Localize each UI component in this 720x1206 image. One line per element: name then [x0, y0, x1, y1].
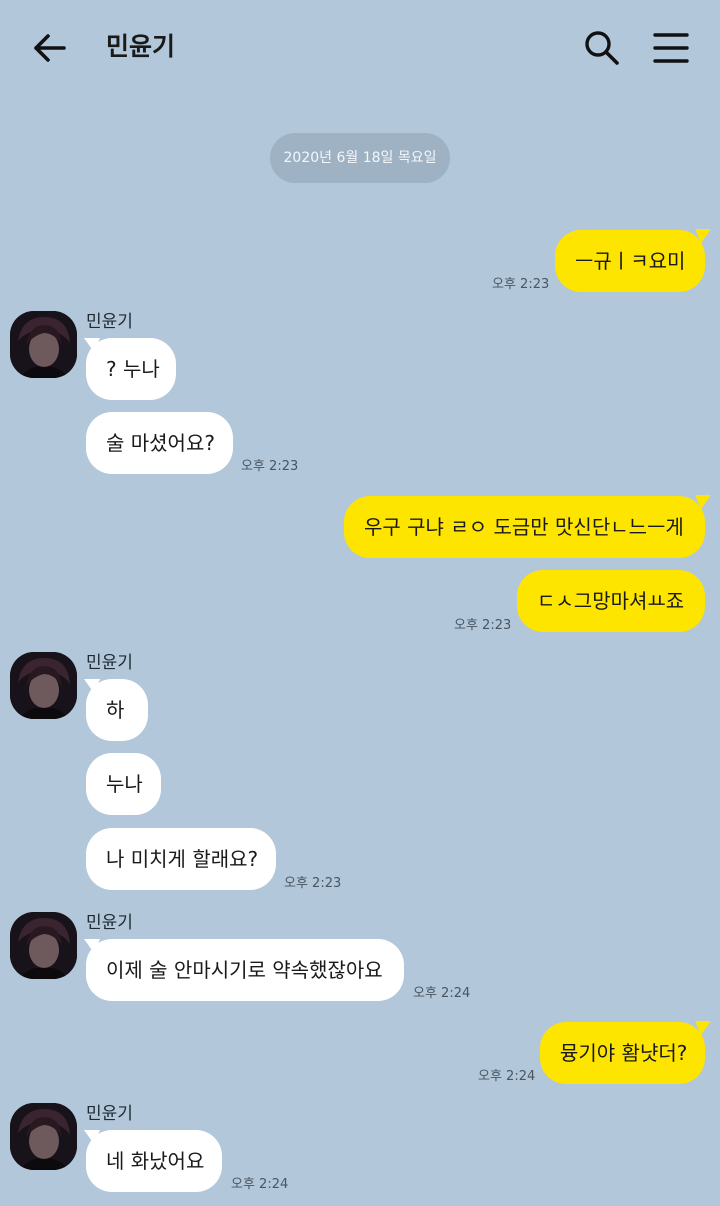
outgoing-message[interactable]: ㅡ규ㅣㅋ요미 — [555, 230, 705, 292]
avatar[interactable] — [10, 1103, 77, 1170]
incoming-message[interactable]: 이제 술 안마시기로 약속했잖아요 — [86, 939, 404, 1001]
incoming-message[interactable]: 하 — [86, 679, 148, 741]
avatar[interactable] — [10, 652, 77, 719]
incoming-message[interactable]: 술 마셨어요? — [86, 412, 233, 474]
avatar[interactable] — [10, 311, 77, 378]
sender-name: 민윤기 — [86, 312, 133, 332]
profile-photo — [10, 311, 77, 378]
incoming-message[interactable]: 나 미치게 할래요? — [86, 828, 276, 890]
sender-name: 민윤기 — [86, 653, 133, 673]
sender-name: 민윤기 — [86, 913, 133, 933]
message-time: 오후 2:23 — [454, 618, 512, 633]
chat-title: 민윤기 — [106, 32, 176, 61]
outgoing-message[interactable]: ㄷㅅ그망마셔ㅛ죠 — [517, 570, 705, 632]
profile-photo — [10, 1103, 77, 1170]
profile-photo — [10, 912, 77, 979]
search-button[interactable] — [582, 28, 622, 68]
sender-name: 민윤기 — [86, 1104, 133, 1124]
message-time: 오후 2:24 — [231, 1177, 289, 1192]
outgoing-message[interactable]: 뮹기야 홤냣더? — [540, 1022, 705, 1084]
outgoing-message[interactable]: 우구 구냐 ㄹㅇ 도금만 맛신단ㄴ느ㅡ게 — [344, 496, 705, 558]
message-time: 오후 2:24 — [478, 1069, 536, 1084]
incoming-message[interactable]: ? 누나 — [86, 338, 176, 400]
search-icon — [585, 31, 619, 65]
bubble-tail — [695, 495, 711, 509]
menu-button[interactable] — [652, 30, 690, 66]
message-time: 오후 2:24 — [413, 986, 471, 1001]
chat-header: 민윤기 — [0, 0, 720, 96]
message-time: 오후 2:23 — [284, 876, 342, 891]
incoming-message[interactable]: 누나 — [86, 753, 161, 815]
bubble-tail — [695, 1021, 711, 1035]
profile-photo — [10, 652, 77, 719]
date-divider: 2020년 6월 18일 목요일 — [270, 133, 450, 183]
message-time: 오후 2:23 — [492, 277, 550, 292]
arrow-left-icon — [34, 34, 66, 62]
hamburger-menu-icon — [653, 33, 689, 63]
back-button[interactable] — [30, 28, 70, 68]
avatar[interactable] — [10, 912, 77, 979]
bubble-tail — [695, 229, 711, 243]
incoming-message[interactable]: 네 화났어요 — [86, 1130, 222, 1192]
message-time: 오후 2:23 — [241, 459, 299, 474]
